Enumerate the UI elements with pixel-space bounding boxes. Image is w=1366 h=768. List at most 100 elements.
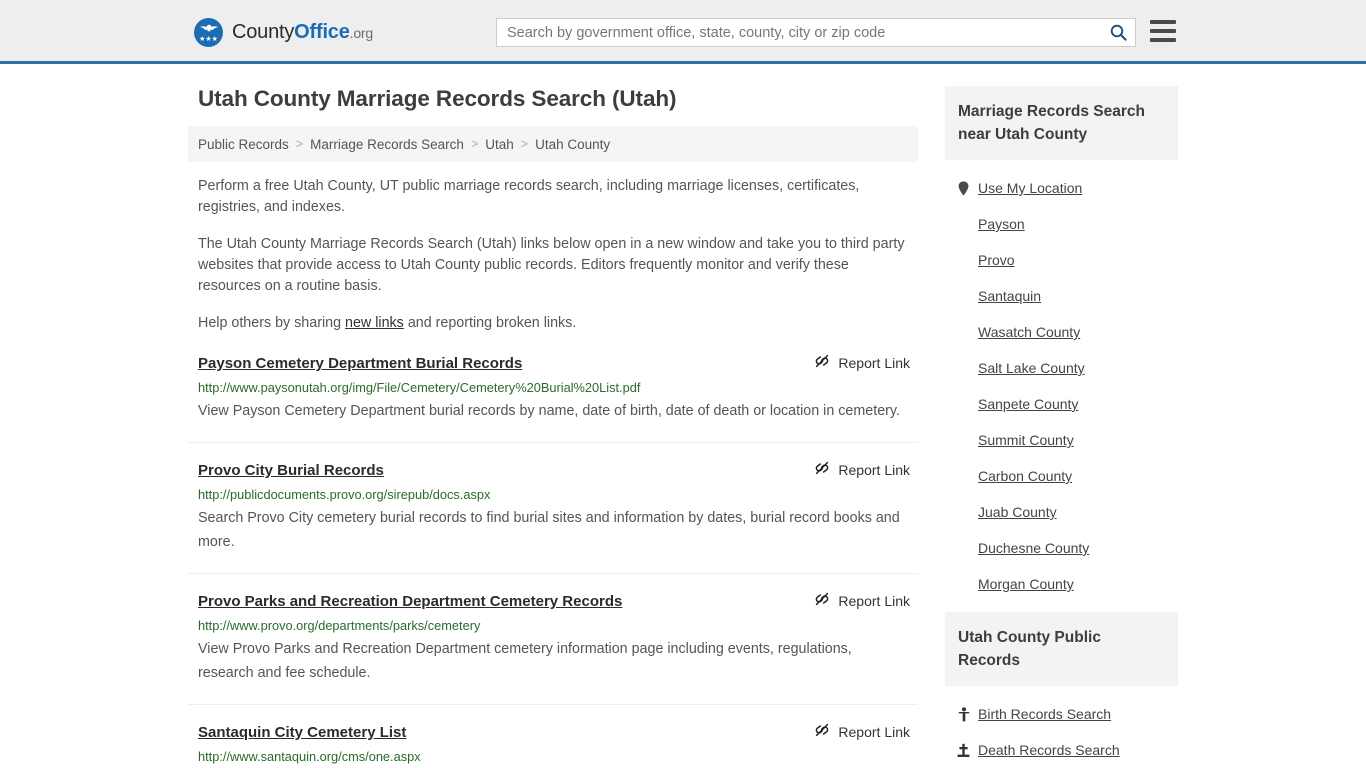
page-title: Utah County Marriage Records Search (Uta… — [198, 86, 677, 111]
sidebar-item-birth-records-search[interactable]: Birth Records Search — [957, 696, 1178, 732]
sidebar-item-label[interactable]: Carbon County — [978, 467, 1072, 485]
result-header: Payson Cemetery Department Burial Record… — [198, 354, 918, 373]
result-header: Provo Parks and Recreation Department Ce… — [198, 592, 918, 611]
sidebar-item-label[interactable]: Wasatch County — [978, 323, 1080, 341]
sidebar-item-label[interactable]: Juab County — [978, 503, 1057, 521]
sidebar-item-death-records-search[interactable]: Death Records Search — [957, 732, 1178, 768]
sidebar-item-label[interactable]: Sanpete County — [978, 395, 1078, 413]
result-header: Provo City Burial Records Report Link — [198, 461, 918, 480]
result-description: View Payson Cemetery Department burial r… — [198, 403, 900, 419]
result-title-link[interactable]: Provo City Burial Records — [198, 461, 384, 480]
sidebar-item-label[interactable]: Duchesne County — [978, 539, 1089, 557]
map-pin-icon — [958, 180, 969, 196]
sidebar-item-salt-lake-county[interactable]: Salt Lake County — [957, 350, 1178, 386]
countyoffice-logo-icon: ★★★ — [194, 17, 223, 47]
report-link-button[interactable]: Report Link — [814, 591, 918, 610]
logo-text-office: Office — [294, 20, 350, 43]
breadcrumb: Public Records > Marriage Records Search > U… — [188, 126, 918, 162]
sidebar-item-label[interactable]: Santaquin — [978, 287, 1041, 305]
hamburger-bar — [1150, 20, 1176, 24]
sidebar-item-label[interactable]: Birth Records Search — [978, 705, 1111, 723]
baby-icon — [958, 706, 969, 721]
hamburger-menu-icon[interactable] — [1150, 20, 1176, 42]
sidebar-card: Utah County Public Records Birth Records … — [945, 612, 1178, 768]
sidebar-item-juab-county[interactable]: Juab County — [957, 494, 1178, 530]
report-link-button[interactable]: Report Link — [814, 722, 918, 741]
result-title-link[interactable]: Payson Cemetery Department Burial Record… — [198, 354, 522, 373]
result-url[interactable]: http://www.santaquin.org/cms/one.aspx — [198, 749, 918, 765]
site-header: ★★★ CountyOffice.org — [0, 0, 1366, 64]
sidebar-item-label[interactable]: Salt Lake County — [978, 359, 1085, 377]
sidebar-item-carbon-county[interactable]: Carbon County — [957, 458, 1178, 494]
help-line: Help others by sharing new links and rep… — [198, 313, 908, 334]
sidebar-item-label[interactable]: Summit County — [978, 431, 1074, 449]
broken-link-icon — [814, 460, 830, 479]
site-logo[interactable]: ★★★ CountyOffice.org — [194, 17, 373, 47]
breadcrumb-separator: > — [520, 137, 529, 151]
sidebar-item-summit-county[interactable]: Summit County — [957, 422, 1178, 458]
logo-text-county: County — [232, 20, 295, 43]
map-pin-icon — [957, 180, 970, 196]
breadcrumb-item-marriage-records-search[interactable]: Marriage Records Search — [310, 137, 464, 152]
new-links-link[interactable]: new links — [345, 315, 404, 331]
eagle-icon — [199, 24, 218, 31]
result-title-link[interactable]: Provo Parks and Recreation Department Ce… — [198, 592, 622, 611]
sidebar-item-use-my-location[interactable]: Use My Location — [957, 170, 1178, 206]
report-link-label: Report Link — [838, 723, 910, 740]
sidebar-item-morgan-county[interactable]: Morgan County — [957, 566, 1178, 602]
main-column: Utah County Marriage Records Search (Uta… — [188, 86, 918, 768]
sidebar-item-sanpete-county[interactable]: Sanpete County — [957, 386, 1178, 422]
hamburger-bar — [1150, 38, 1176, 42]
broken-link-icon — [814, 353, 830, 372]
result-item: Provo City Burial Records Report Link http… — [188, 461, 918, 574]
stars-icon: ★★★ — [199, 35, 218, 43]
search-input[interactable] — [497, 19, 1101, 46]
logo-text-org: .org — [349, 24, 374, 41]
sidebar-item-label[interactable]: Payson — [978, 215, 1025, 233]
breadcrumb-item-utah-county: Utah County — [535, 136, 611, 152]
result-header: Santaquin City Cemetery List Report Link — [198, 723, 918, 742]
result-description: View Provo Parks and Recreation Departme… — [198, 641, 852, 681]
sidebar-card-title: Marriage Records Search near Utah County — [945, 86, 1178, 160]
sidebar-item-label[interactable]: Provo — [978, 251, 1015, 269]
search-icon — [1110, 24, 1127, 41]
result-url[interactable]: http://www.paysonutah.org/img/File/Cemet… — [198, 380, 918, 396]
grave-cross-icon — [957, 743, 970, 758]
report-link-button[interactable]: Report Link — [814, 353, 918, 372]
result-item: Santaquin City Cemetery List Report Link h… — [188, 723, 918, 768]
result-url[interactable]: http://publicdocuments.provo.org/sirepub… — [198, 487, 918, 503]
sidebar-item-label[interactable]: Use My Location — [978, 179, 1082, 197]
sidebar-item-wasatch-county[interactable]: Wasatch County — [957, 314, 1178, 350]
sidebar-item-duchesne-county[interactable]: Duchesne County — [957, 530, 1178, 566]
result-item: Payson Cemetery Department Burial Record… — [188, 354, 918, 443]
search-bar[interactable] — [496, 18, 1136, 47]
result-url[interactable]: http://www.provo.org/departments/parks/c… — [198, 618, 918, 634]
content-container: Utah County Marriage Records Search (Uta… — [188, 64, 1178, 768]
breadcrumb-item-utah[interactable]: Utah — [485, 137, 514, 152]
sidebar-item-payson[interactable]: Payson — [957, 206, 1178, 242]
hamburger-bar — [1150, 29, 1176, 33]
intro-paragraph-2: The Utah County Marriage Records Search … — [198, 236, 905, 294]
sidebar-item-santaquin[interactable]: Santaquin — [957, 278, 1178, 314]
report-link-label: Report Link — [838, 592, 910, 609]
sidebar-item-label[interactable]: Death Records Search — [978, 741, 1120, 759]
broken-link-icon — [814, 591, 830, 610]
sidebar: Marriage Records Search near Utah County… — [945, 86, 1178, 768]
breadcrumb-item-public-records[interactable]: Public Records — [198, 137, 289, 152]
sidebar-item-label[interactable]: Morgan County — [978, 575, 1074, 593]
intro-text: Perform a free Utah County, UT public ma… — [188, 176, 918, 334]
breadcrumb-separator: > — [470, 137, 479, 151]
result-title-link[interactable]: Santaquin City Cemetery List — [198, 723, 406, 742]
grave-cross-icon — [957, 743, 970, 757]
broken-link-icon — [814, 722, 830, 741]
sidebar-item-provo[interactable]: Provo — [957, 242, 1178, 278]
help-line-after: and reporting broken links. — [403, 315, 577, 331]
search-button[interactable] — [1101, 19, 1135, 46]
results-list: Payson Cemetery Department Burial Record… — [188, 354, 918, 768]
report-link-button[interactable]: Report Link — [814, 460, 918, 479]
report-link-label: Report Link — [838, 461, 910, 478]
sidebar-card: Marriage Records Search near Utah County… — [945, 86, 1178, 602]
result-item: Provo Parks and Recreation Department Ce… — [188, 592, 918, 705]
result-description: Search Provo City cemetery burial record… — [198, 510, 900, 550]
help-line-before: Help others by sharing — [198, 315, 346, 331]
